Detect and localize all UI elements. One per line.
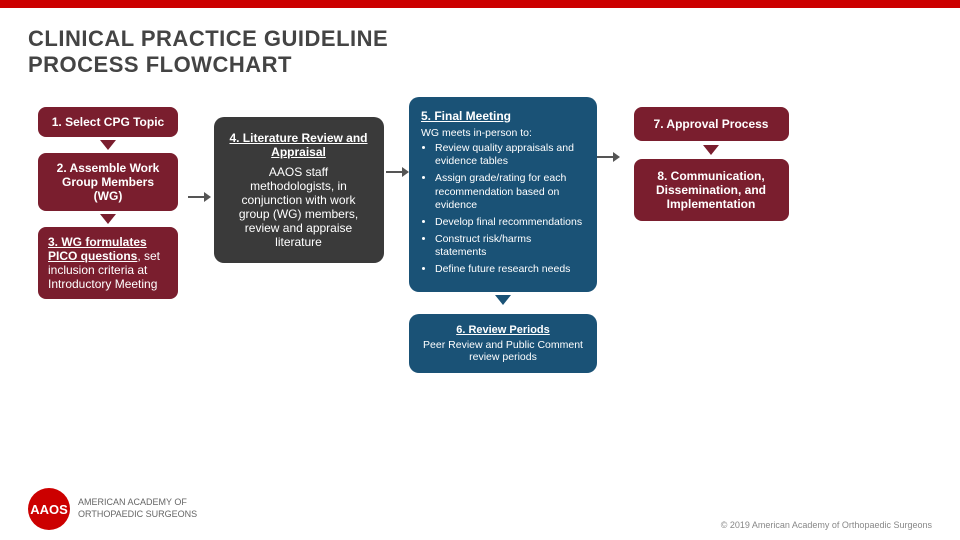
left-steps-col: 1. Select CPG Topic 2. Assemble Work Gro…: [28, 107, 188, 299]
connector-left-mid: [188, 192, 211, 202]
bullet-3: Develop final recommendations: [435, 216, 585, 230]
step8-box: 8. Communication, Dissemination, and Imp…: [634, 159, 789, 221]
bullet-5: Define future research needs: [435, 263, 585, 277]
copyright-text: © 2019 American Academy of Orthopaedic S…: [721, 520, 932, 530]
step6-box: 6. Review Periods Peer Review and Public…: [409, 314, 597, 373]
top-bar: [0, 0, 960, 8]
step6-title: 6. Review Periods: [421, 324, 585, 336]
steps-5-6-col: 5. Final Meeting WG meets in-person to: …: [409, 97, 597, 373]
step5-title: 5. Final Meeting: [421, 109, 585, 123]
arrow-down-5-6: [495, 295, 511, 305]
flow-area: 1. Select CPG Topic 2. Assemble Work Gro…: [28, 97, 932, 482]
step5-intro: WG meets in-person to:: [421, 127, 585, 139]
title-section: CLINICAL PRACTICE GUIDELINE PROCESS FLOW…: [28, 26, 932, 79]
connector-mid-5: [386, 167, 409, 177]
step2-box: 2. Assemble Work Group Members (WG): [38, 153, 178, 211]
line-left-mid: [188, 196, 204, 198]
aaos-org-name: AMERICAN ACADEMY OF ORTHOPAEDIC SURGEONS: [78, 497, 197, 520]
step3-underline: 3. WG formulates PICO questions: [48, 235, 147, 263]
middle-col: 4. Literature Review and Appraisal AAOS …: [211, 117, 386, 263]
step2-label: 2. Assemble Work Group Members (WG): [57, 161, 160, 203]
title-line1: CLINICAL PRACTICE GUIDELINE: [28, 26, 388, 51]
aaos-logo: AAOS AMERICAN ACADEMY OF ORTHOPAEDIC SUR…: [28, 488, 197, 530]
step7-label: 7. Approval Process: [654, 117, 769, 131]
step5-bullets: Review quality appraisals and evidence t…: [421, 142, 585, 277]
step8-label: 8. Communication, Dissemination, and Imp…: [656, 169, 766, 211]
right-col: 7. Approval Process 8. Communication, Di…: [626, 107, 796, 221]
step4-title: 4. Literature Review and Appraisal: [228, 131, 370, 159]
step5-box: 5. Final Meeting WG meets in-person to: …: [409, 97, 597, 292]
arrow-down-1: [100, 140, 116, 150]
arrow-down-2: [100, 214, 116, 224]
step4-body: AAOS staff methodologists, in conjunctio…: [228, 165, 370, 249]
bullet-1: Review quality appraisals and evidence t…: [435, 142, 585, 169]
step1-label: 1. Select CPG Topic: [52, 115, 164, 129]
arrowhead-left-mid: [204, 192, 211, 202]
bullet-2: Assign grade/rating for each recommendat…: [435, 172, 585, 213]
arrowhead-5-7: [613, 152, 620, 162]
step6-body: Peer Review and Public Comment review pe…: [421, 339, 585, 363]
aaos-logo-circle: AAOS: [28, 488, 70, 530]
arrow-down-7-8: [703, 145, 719, 155]
connector-5-7: [597, 152, 620, 162]
title-line2: PROCESS FLOWCHART: [28, 52, 292, 77]
step7-box: 7. Approval Process: [634, 107, 789, 141]
step4-box: 4. Literature Review and Appraisal AAOS …: [214, 117, 384, 263]
bullet-4: Construct risk/harms statements: [435, 233, 585, 260]
footer: AAOS AMERICAN ACADEMY OF ORTHOPAEDIC SUR…: [28, 482, 932, 530]
line-mid-5: [386, 171, 402, 173]
main-content: CLINICAL PRACTICE GUIDELINE PROCESS FLOW…: [0, 8, 960, 540]
step1-box: 1. Select CPG Topic: [38, 107, 178, 137]
page-title: CLINICAL PRACTICE GUIDELINE PROCESS FLOW…: [28, 26, 932, 79]
logo-text: AAOS: [30, 502, 68, 517]
line-5-7: [597, 156, 613, 158]
step3-box: 3. WG formulates PICO questions, set inc…: [38, 227, 178, 299]
arrowhead-mid-5: [402, 167, 409, 177]
